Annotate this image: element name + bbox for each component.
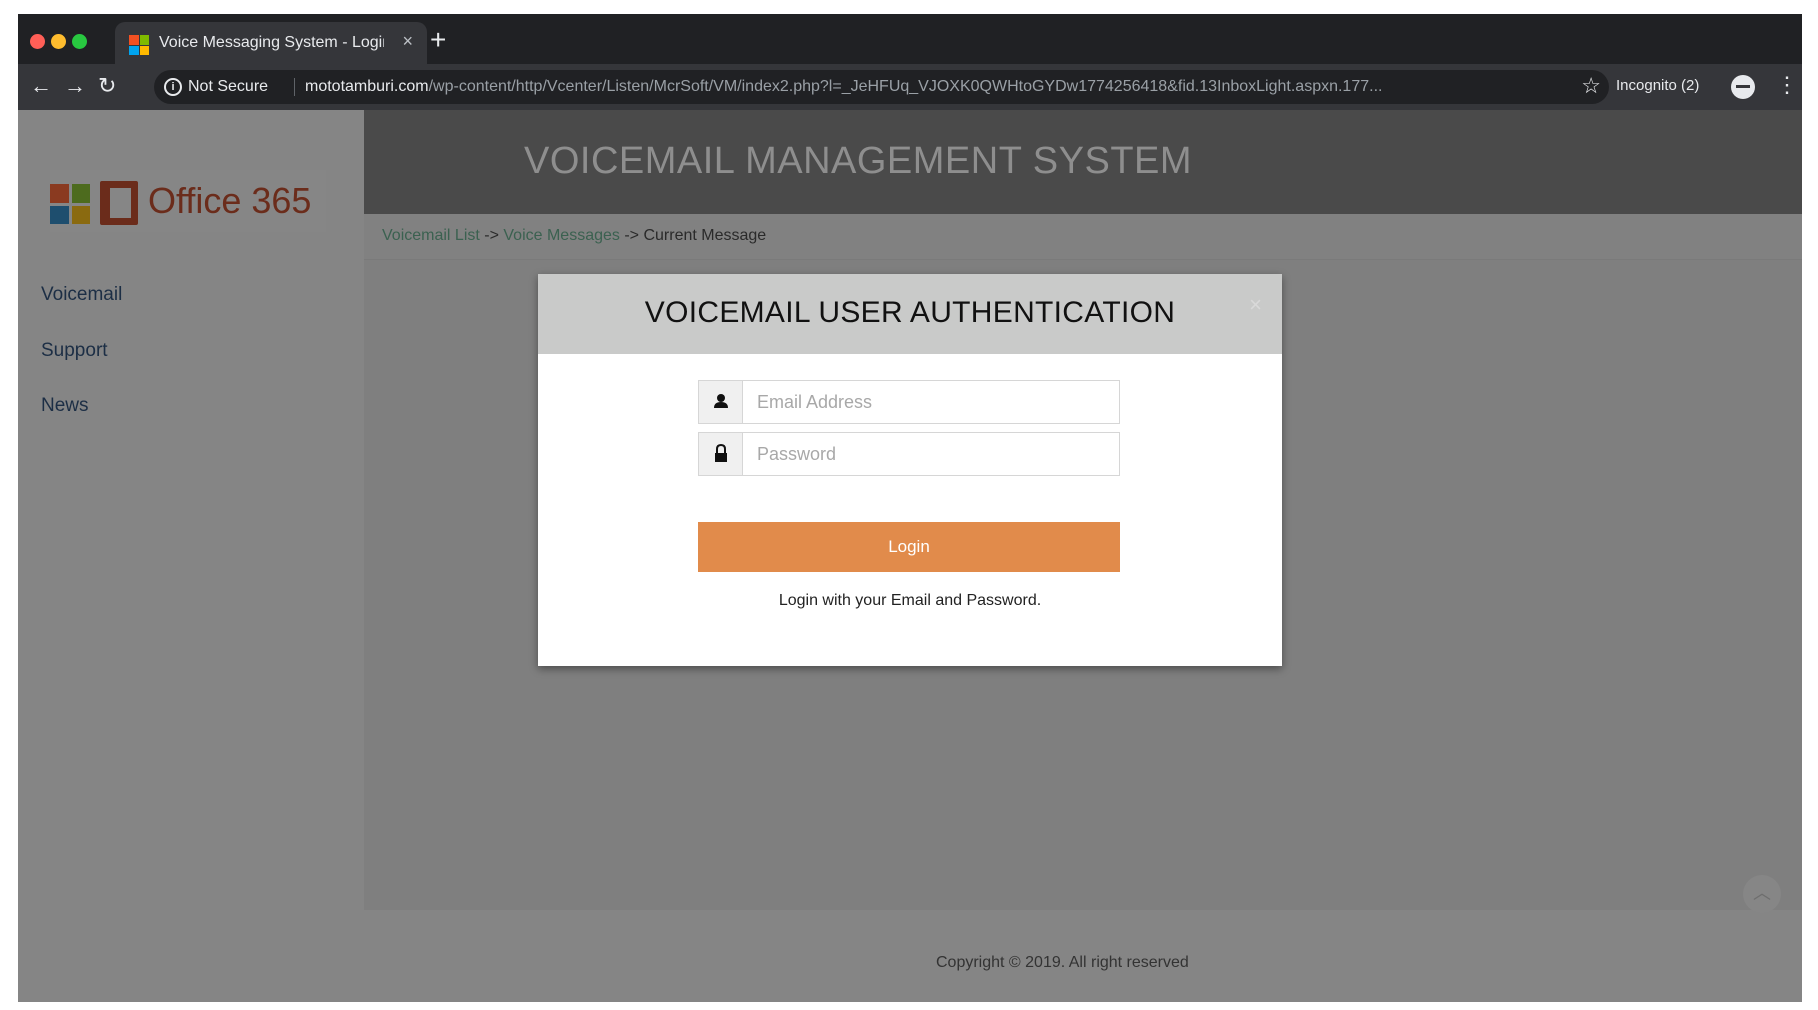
auth-modal: VOICEMAIL USER AUTHENTICATION × Login Lo… — [538, 274, 1282, 666]
tab-bar: Voice Messaging System - Login × + — [18, 14, 1802, 64]
page-header: VOICEMAIL MANAGEMENT SYSTEM — [364, 110, 1802, 214]
menu-icon[interactable]: ⋮ — [1776, 72, 1798, 98]
copyright-text: Copyright © 2019. All right reserved — [936, 954, 1189, 971]
page-title: VOICEMAIL MANAGEMENT SYSTEM — [524, 140, 1193, 182]
color-squares-icon — [50, 184, 90, 224]
office-favicon-icon — [129, 35, 149, 55]
info-icon[interactable]: i — [164, 78, 182, 96]
modal-header: VOICEMAIL USER AUTHENTICATION × — [538, 274, 1282, 354]
email-field — [698, 380, 1120, 424]
address-bar[interactable]: i Not Secure mototamburi.com/wp-content/… — [154, 70, 1609, 104]
tab-title: Voice Messaging System - Login — [159, 34, 384, 51]
reload-icon[interactable]: ↻ — [98, 73, 116, 99]
browser-window: Voice Messaging System - Login × + ← → ↻… — [18, 14, 1802, 1002]
breadcrumb-current: Current Message — [643, 227, 767, 244]
office-door-icon — [100, 181, 138, 225]
modal-title: VOICEMAIL USER AUTHENTICATION — [644, 296, 1176, 329]
breadcrumb-separator: -> — [479, 227, 504, 244]
address-divider — [294, 78, 295, 96]
password-input[interactable] — [745, 433, 1119, 475]
url-path: /wp-content/http/Vcenter/Listen/McrSoft/… — [428, 78, 1383, 95]
breadcrumb: Voicemail List -> Voice Messages -> Curr… — [382, 227, 766, 245]
security-label[interactable]: Not Secure — [188, 78, 268, 96]
close-window-button[interactable] — [30, 34, 45, 49]
incognito-icon[interactable] — [1731, 75, 1755, 99]
chevron-up-icon[interactable]: ︿ — [1743, 875, 1781, 913]
password-field — [698, 432, 1120, 476]
back-arrow-icon[interactable]: ← — [30, 73, 52, 99]
login-hint: Login with your Email and Password. — [778, 592, 1042, 609]
user-icon — [699, 381, 743, 423]
sidebar-item-support[interactable]: Support — [41, 340, 108, 362]
browser-toolbar: ← → ↻ i Not Secure mototamburi.com/wp-co… — [18, 64, 1802, 110]
tab-close-icon[interactable]: × — [402, 31, 413, 52]
lock-icon — [699, 433, 743, 475]
maximize-window-button[interactable] — [72, 34, 87, 49]
incognito-label[interactable]: Incognito (2) — [1616, 77, 1699, 94]
email-input[interactable] — [745, 381, 1119, 423]
close-icon[interactable]: × — [1249, 292, 1262, 318]
sidebar-item-voicemail[interactable]: Voicemail — [41, 284, 122, 306]
sidebar-item-news[interactable]: News — [41, 395, 89, 417]
star-icon[interactable]: ☆ — [1581, 73, 1601, 99]
office-365-logo: Office 365 — [50, 170, 326, 232]
url-domain: mototamburi.com — [305, 78, 429, 95]
login-button[interactable]: Login — [698, 522, 1120, 572]
breadcrumb-voicemail-list[interactable]: Voicemail List — [382, 227, 480, 244]
breadcrumb-bar: Voicemail List -> Voice Messages -> Curr… — [364, 214, 1802, 260]
sidebar: Office 365 Voicemail Support News — [18, 110, 364, 1002]
logo-text: Office 365 — [148, 180, 312, 221]
new-tab-button[interactable]: + — [430, 24, 446, 56]
breadcrumb-voice-messages[interactable]: Voice Messages — [503, 227, 620, 244]
browser-tab[interactable]: Voice Messaging System - Login × — [115, 22, 427, 64]
url-text[interactable]: mototamburi.com/wp-content/http/Vcenter/… — [305, 78, 1515, 96]
minimize-window-button[interactable] — [51, 34, 66, 49]
breadcrumb-separator: -> — [619, 227, 644, 244]
forward-arrow-icon[interactable]: → — [64, 73, 86, 99]
